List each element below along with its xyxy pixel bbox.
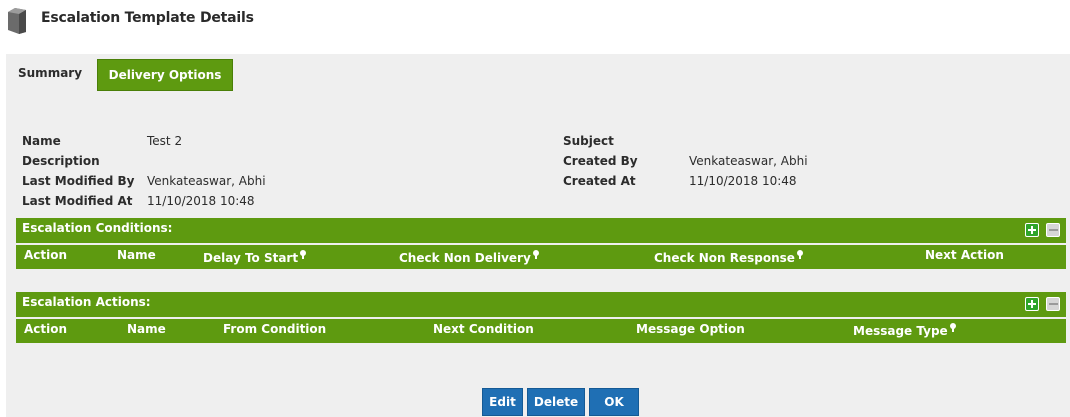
tab-delivery-options[interactable]: Delivery Options — [97, 59, 233, 91]
column-header[interactable]: Check Non Delivery — [399, 250, 539, 265]
description-label: Description — [22, 154, 100, 168]
tab-summary[interactable]: Summary — [18, 66, 82, 80]
conditions-column-header: Action Name Delay To Start Check Non Del… — [16, 243, 1066, 269]
last-modified-at-label: Last Modified At — [22, 194, 133, 208]
column-header[interactable]: Next Action — [925, 248, 1004, 262]
escalation-actions-title: Escalation Actions: — [22, 295, 151, 309]
escalation-actions-section: Escalation Actions: Action Name From Con… — [16, 292, 1066, 343]
created-by-value: Venkateaswar, Abhi — [689, 154, 808, 168]
add-action-button[interactable] — [1025, 297, 1039, 311]
help-icon[interactable] — [532, 250, 539, 259]
last-modified-at-value: 11/10/2018 10:48 — [147, 194, 255, 208]
add-condition-button[interactable] — [1025, 223, 1039, 237]
last-modified-by-value: Venkateaswar, Abhi — [147, 174, 266, 188]
created-at-value: 11/10/2018 10:48 — [689, 174, 797, 188]
column-header[interactable]: Action — [24, 248, 67, 262]
help-icon[interactable] — [949, 323, 956, 332]
escalation-actions-header: Escalation Actions: — [16, 292, 1066, 314]
help-icon[interactable] — [796, 250, 803, 259]
delete-button[interactable]: Delete — [527, 388, 585, 416]
column-header[interactable]: Action — [24, 322, 67, 336]
column-header[interactable]: From Condition — [223, 322, 326, 336]
escalation-conditions-section: Escalation Conditions: Action Name Delay… — [16, 218, 1066, 269]
column-header[interactable]: Check Non Response — [654, 250, 803, 265]
name-value: Test 2 — [147, 134, 183, 148]
title-bar: Escalation Template Details — [0, 0, 1070, 54]
remove-condition-button[interactable] — [1046, 223, 1060, 237]
column-header[interactable]: Message Option — [636, 322, 745, 336]
help-icon[interactable] — [300, 250, 307, 259]
actions-column-header: Action Name From Condition Next Conditio… — [16, 317, 1066, 343]
edit-button[interactable]: Edit — [482, 388, 523, 416]
column-header[interactable]: Name — [127, 322, 166, 336]
ok-button[interactable]: OK — [589, 388, 639, 416]
last-modified-by-label: Last Modified By — [22, 174, 135, 188]
column-header[interactable]: Next Condition — [433, 322, 534, 336]
column-header[interactable]: Message Type — [853, 323, 956, 338]
escalation-conditions-header: Escalation Conditions: — [16, 218, 1066, 240]
template-icon — [8, 8, 26, 34]
remove-action-button[interactable] — [1046, 297, 1060, 311]
page-title: Escalation Template Details — [41, 10, 254, 26]
name-label: Name — [22, 134, 61, 148]
column-header[interactable]: Name — [117, 248, 156, 262]
created-at-label: Created At — [563, 174, 636, 188]
column-header[interactable]: Delay To Start — [203, 250, 307, 265]
subject-label: Subject — [563, 134, 614, 148]
created-by-label: Created By — [563, 154, 638, 168]
escalation-conditions-title: Escalation Conditions: — [22, 221, 173, 235]
